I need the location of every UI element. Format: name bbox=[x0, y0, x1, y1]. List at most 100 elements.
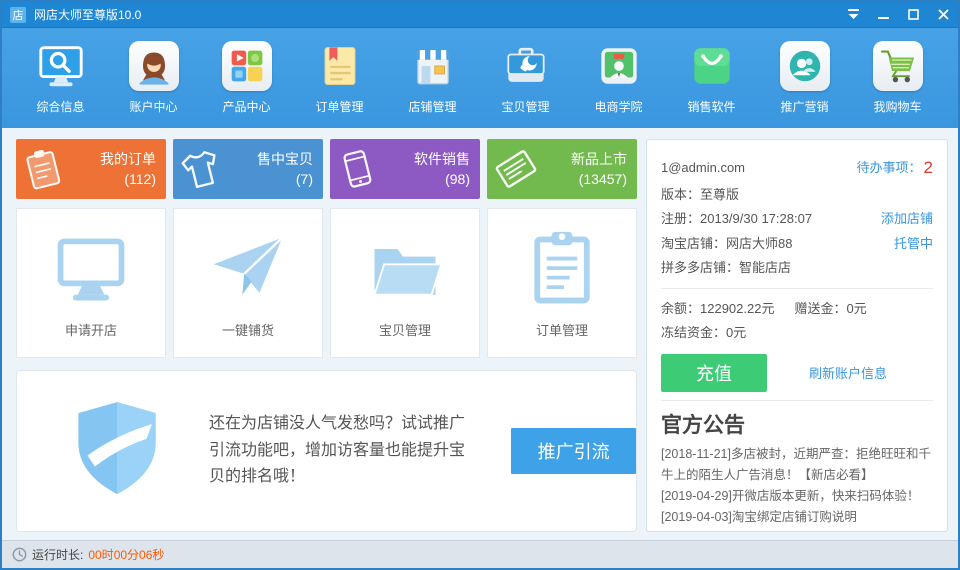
stat-card-title: 新品上市 bbox=[571, 149, 627, 169]
toolbar-item-label: 我购物车 bbox=[873, 98, 921, 115]
newspaper-icon bbox=[487, 140, 545, 198]
stat-card-title: 软件销售 bbox=[414, 149, 470, 169]
toolbar-item-label: 账户中心 bbox=[129, 98, 177, 115]
toolbar-item-label: 电商学院 bbox=[594, 98, 642, 115]
divider bbox=[661, 288, 933, 289]
stat-card-count: (7) bbox=[257, 169, 313, 189]
toolbar-item-label: 销售软件 bbox=[687, 98, 735, 115]
action-card-label: 订单管理 bbox=[536, 320, 588, 339]
action-card-order-management[interactable]: 订单管理 bbox=[487, 208, 637, 358]
action-card-label: 一键铺货 bbox=[222, 320, 274, 339]
maximize-button[interactable] bbox=[898, 2, 928, 27]
teacher-screen-icon bbox=[594, 41, 644, 91]
stat-card-text: 软件销售 (98) bbox=[414, 149, 470, 190]
toolbar-item-sales-software[interactable]: 销售软件 bbox=[665, 35, 758, 121]
action-card-item-management[interactable]: 宝贝管理 bbox=[330, 208, 480, 358]
toolbar-item-order-management[interactable]: 订单管理 bbox=[293, 35, 386, 121]
content-area: 我的订单 (112) 售中宝贝 (7) 软件销售 (98) bbox=[2, 128, 958, 540]
gift-value: 0元 bbox=[846, 301, 866, 316]
announcement-item[interactable]: [2018-11-21]多店被封，近期严查：拒绝旺旺和千牛上的陌生人广告消息！【… bbox=[661, 444, 933, 487]
stat-card-row: 我的订单 (112) 售中宝贝 (7) 软件销售 (98) bbox=[16, 139, 637, 199]
action-card-label: 申请开店 bbox=[65, 320, 117, 339]
skin-menu-button[interactable] bbox=[838, 2, 868, 27]
left-column: 我的订单 (112) 售中宝贝 (7) 软件销售 (98) bbox=[16, 139, 637, 532]
toolbar-item-product-center[interactable]: 产品中心 bbox=[200, 35, 293, 121]
register-text: 注册：2013/9/30 17:28:07 bbox=[661, 207, 812, 231]
close-icon bbox=[938, 9, 949, 20]
notepad-icon bbox=[315, 41, 365, 91]
people-group-icon bbox=[780, 41, 830, 91]
stat-card-my-orders[interactable]: 我的订单 (112) bbox=[16, 139, 166, 199]
minimize-icon bbox=[878, 9, 889, 20]
divider bbox=[661, 400, 933, 401]
action-card-label: 宝贝管理 bbox=[379, 320, 431, 339]
toolbox-icon bbox=[501, 41, 551, 91]
window-title: 网店大师至尊版10.0 bbox=[34, 6, 141, 23]
toolbar-item-label: 订单管理 bbox=[315, 98, 363, 115]
frozen-value: 0元 bbox=[726, 325, 746, 340]
shopping-cart-icon bbox=[873, 41, 923, 91]
folder-icon bbox=[363, 209, 447, 320]
toolbar-item-ecommerce-academy[interactable]: 电商学院 bbox=[572, 35, 665, 121]
refresh-account-link[interactable]: 刷新账户信息 bbox=[809, 363, 887, 382]
stat-card-software-sales[interactable]: 软件销售 (98) bbox=[330, 139, 480, 199]
clock-icon bbox=[12, 547, 27, 562]
balance-value: 122902.22元 bbox=[700, 301, 774, 316]
window-controls bbox=[838, 2, 958, 27]
announcements-title: 官方公告 bbox=[661, 409, 933, 439]
clipboard-icon bbox=[19, 144, 66, 194]
stat-card-text: 售中宝贝 (7) bbox=[257, 149, 313, 190]
toolbar-item-label: 店铺管理 bbox=[408, 98, 456, 115]
stat-card-text: 新品上市 (13457) bbox=[571, 149, 627, 190]
promo-banner: 还在为店铺没人气发愁吗？试试推广引流功能吧，增加访客量也能提升宝贝的排名哦！ 推… bbox=[16, 370, 637, 532]
version-text: 版本：至尊版 bbox=[661, 183, 739, 207]
announcement-item[interactable]: [2019-04-03]淘宝绑定店铺订购说明 bbox=[661, 507, 933, 528]
action-card-row: 申请开店 一键铺货 宝贝管理 bbox=[16, 208, 637, 358]
minimize-button[interactable] bbox=[868, 2, 898, 27]
toolbar-item-item-management[interactable]: 宝贝管理 bbox=[479, 35, 572, 121]
stat-card-title: 我的订单 bbox=[100, 149, 156, 169]
toolbar-item-general-info[interactable]: 综合信息 bbox=[14, 35, 107, 121]
toolbar-item-label: 宝贝管理 bbox=[501, 98, 549, 115]
app-window: 店 网店大师至尊版10.0 综合信息 bbox=[0, 0, 960, 570]
monitor-icon bbox=[49, 209, 133, 320]
action-card-apply-shop[interactable]: 申请开店 bbox=[16, 208, 166, 358]
toolbar-item-promotion-marketing[interactable]: 推广营销 bbox=[758, 35, 851, 121]
promo-text: 还在为店铺没人气发愁吗？试试推广引流功能吧，增加访客量也能提升宝贝的排名哦！ bbox=[209, 411, 469, 490]
pdd-shop-text: 拼多多店铺：智能店店 bbox=[661, 256, 791, 280]
stat-card-count: (13457) bbox=[571, 169, 627, 189]
todo-items[interactable]: 待办事项： 2 bbox=[857, 152, 933, 183]
clipboard-icon bbox=[522, 209, 602, 320]
add-shop-link[interactable]: 添加店铺 bbox=[881, 207, 933, 231]
shopping-bag-icon bbox=[687, 41, 737, 91]
taobao-shop-text: 淘宝店铺：网店大师88 bbox=[661, 232, 792, 256]
promo-traffic-button[interactable]: 推广引流 bbox=[511, 428, 636, 474]
paper-plane-icon bbox=[206, 209, 290, 320]
toolbar-item-account-center[interactable]: 账户中心 bbox=[107, 35, 200, 121]
toolbar-item-label: 综合信息 bbox=[36, 98, 84, 115]
toolbar-item-label: 推广营销 bbox=[780, 98, 828, 115]
runtime-value: 00时00分06秒 bbox=[88, 546, 164, 563]
action-card-one-key-distribute[interactable]: 一键铺货 bbox=[173, 208, 323, 358]
balance-text: 余额：122902.22元 bbox=[661, 297, 774, 321]
account-email: 1@admin.com bbox=[661, 156, 745, 180]
announcement-item[interactable]: [2019-04-29]开微店版本更新，快来扫码体验！ bbox=[661, 486, 933, 507]
announcement-item[interactable]: [2016-11-25]网店大师在线投诉与反馈 bbox=[661, 529, 933, 532]
smartphone-icon bbox=[333, 144, 380, 194]
todo-count: 2 bbox=[924, 152, 933, 183]
trustee-link[interactable]: 托管中 bbox=[894, 232, 933, 256]
stat-card-title: 售中宝贝 bbox=[257, 149, 313, 169]
app-icon: 店 bbox=[10, 7, 26, 23]
product-grid-icon bbox=[222, 41, 272, 91]
close-button[interactable] bbox=[928, 2, 958, 27]
todo-label: 待办事项： bbox=[857, 156, 922, 180]
toolbar-item-my-cart[interactable]: 我购物车 bbox=[851, 35, 944, 121]
stat-card-new-arrivals[interactable]: 新品上市 (13457) bbox=[487, 139, 637, 199]
maximize-icon bbox=[908, 9, 919, 20]
stat-card-count: (98) bbox=[414, 169, 470, 189]
recharge-button[interactable]: 充值 bbox=[661, 354, 767, 392]
toolbar-item-shop-management[interactable]: 店铺管理 bbox=[386, 35, 479, 121]
monitor-search-icon bbox=[36, 41, 86, 91]
stat-card-selling-items[interactable]: 售中宝贝 (7) bbox=[173, 139, 323, 199]
titlebar: 店 网店大师至尊版10.0 bbox=[2, 2, 958, 28]
